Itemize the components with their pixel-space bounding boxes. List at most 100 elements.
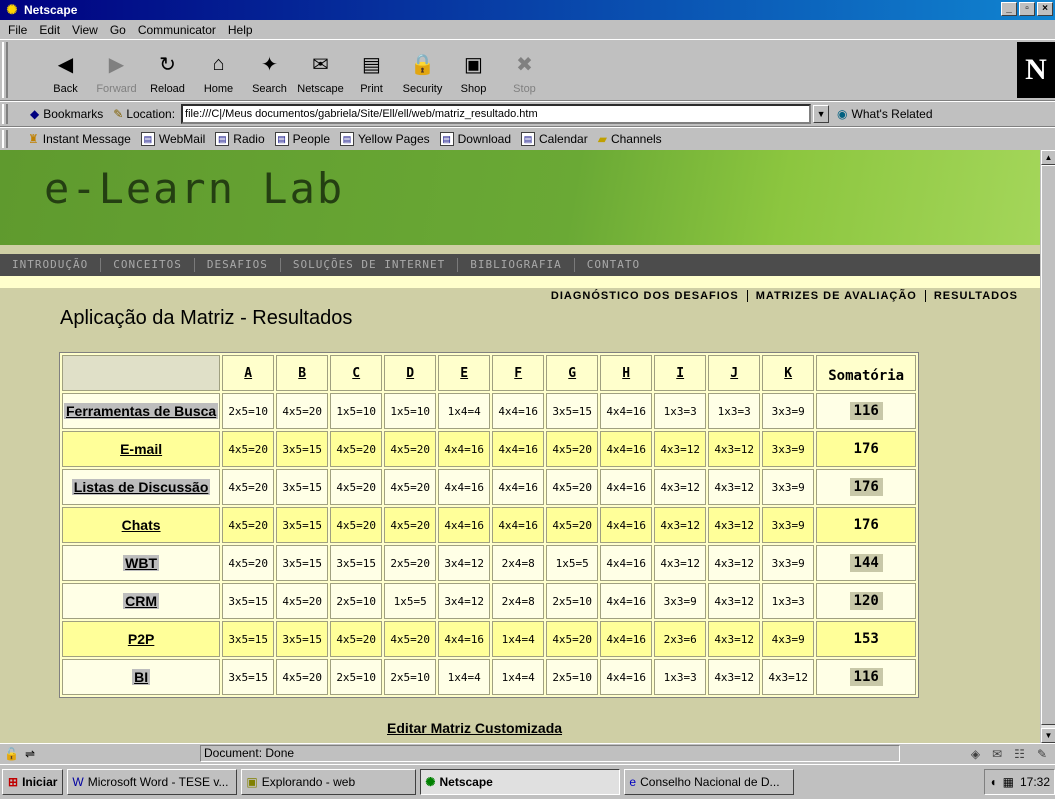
pt-calendar[interactable]: ▤ Calendar [521,132,588,146]
toolbar-grip[interactable] [2,130,8,148]
navigator-icon[interactable]: ◈ [971,747,980,761]
scroll-down-arrow-icon[interactable]: ▼ [1041,728,1055,743]
subnav-resultados[interactable]: RESULTADOS [926,290,1026,302]
volume-icon[interactable]: ◖ [989,775,996,789]
menu-go[interactable]: Go [104,23,132,37]
task-label: Netscape [439,775,493,789]
security-button[interactable]: 🔒 Security [397,40,448,98]
whats-related-button[interactable]: What's Related [852,107,933,121]
column-header-d[interactable]: D [384,355,437,391]
minimize-button[interactable]: _ [1001,2,1017,16]
score-cell: 4x4=16 [492,393,545,429]
pt-radio[interactable]: ▤ Radio [215,132,265,146]
security-status-icon[interactable]: 🔓 [4,747,19,761]
menu-edit[interactable]: Edit [33,23,66,37]
stop-button[interactable]: ✖ Stop [499,40,550,98]
row-label-link[interactable]: BI [62,659,221,695]
scroll-up-arrow-icon[interactable]: ▲ [1041,150,1055,165]
toolbar-grip[interactable] [2,104,8,124]
netscape-button[interactable]: ✉ Netscape [295,40,346,98]
menu-view[interactable]: View [66,23,104,37]
row-label-link[interactable]: Ferramentas de Busca [62,393,221,429]
score-cell: 3x3=9 [654,583,707,619]
network-icon[interactable]: ▦ [1003,775,1014,789]
column-header-i[interactable]: I [654,355,707,391]
column-header-a[interactable]: A [222,355,275,391]
column-header-h[interactable]: H [600,355,653,391]
row-label-link[interactable]: Chats [62,507,221,543]
menu-communicator[interactable]: Communicator [132,23,222,37]
location-icon: ✎ [113,107,124,121]
score-cell: 4x5=20 [384,469,437,505]
nav-contato[interactable]: CONTATO [575,258,652,272]
pt-label: Download [457,132,512,146]
toolbar-button-label: Security [402,83,443,95]
netscape-logo[interactable]: N [1017,42,1055,98]
nav-solucoes[interactable]: SOLUÇÕES DE INTERNET [281,258,459,272]
vertical-scrollbar[interactable]: ▲ ▼ [1040,150,1055,743]
subnav-diagnostico[interactable]: DIAGNÓSTICO DOS DESAFIOS [543,290,748,302]
toolbar-grip[interactable] [2,42,8,98]
score-cell: 4x5=20 [384,507,437,543]
edit-custom-matrix-link[interactable]: Editar Matriz Customizada [387,720,562,736]
task-conselho[interactable]: e Conselho Nacional de D... [624,769,795,795]
forward-arrow-icon: ▶ [108,53,125,76]
composer-icon[interactable]: ✎ [1037,747,1047,761]
column-header-g[interactable]: G [546,355,599,391]
start-button[interactable]: ⊞ Iniciar [2,769,64,795]
nav-bibliografia[interactable]: BIBLIOGRAFIA [458,258,575,272]
window-title: Netscape [24,3,78,17]
location-input[interactable]: file:///C|/Meus documentos/gabriela/Site… [181,104,812,124]
task-netscape[interactable]: ✺ Netscape [420,769,621,795]
scrollbar-thumb[interactable] [1041,165,1055,725]
column-header-e[interactable]: E [438,355,491,391]
score-cell: 2x5=10 [330,659,383,695]
nav-introducao[interactable]: INTRODUÇÃO [0,258,102,272]
pt-webmail[interactable]: ▤ WebMail [140,132,205,146]
row-label-link[interactable]: CRM [62,583,221,619]
home-button[interactable]: ⌂ Home [193,40,244,98]
shop-button[interactable]: ▣ Shop [448,40,499,98]
score-cell: 1x5=10 [384,393,437,429]
bookmarks-button[interactable]: ◆ Bookmarks [30,107,103,121]
row-label-text: BI [132,669,151,685]
back-arrow-icon: ◀ [57,53,74,76]
newsgroups-icon[interactable]: ☷ [1014,747,1025,761]
pt-download[interactable]: ▤ Download [439,132,512,146]
column-header-j[interactable]: J [708,355,761,391]
back-button[interactable]: ◀ Back [40,40,91,98]
column-header-f[interactable]: F [492,355,545,391]
score-cell: 4x3=12 [708,659,761,695]
nav-desafios[interactable]: DESAFIOS [195,258,281,272]
row-label-link[interactable]: Listas de Discussão [62,469,221,505]
row-label-text: E-mail [120,441,163,457]
menu-file[interactable]: File [2,23,33,37]
row-label-link[interactable]: E-mail [62,431,221,467]
score-cell: 4x5=20 [546,431,599,467]
row-label-link[interactable]: P2P [62,621,221,657]
column-header-k[interactable]: K [762,355,815,391]
reload-button[interactable]: ↻ Reload [142,40,193,98]
toolbar-button-label: Forward [96,83,137,95]
search-button[interactable]: ✦ Search [244,40,295,98]
location-dropdown-button[interactable]: ▼ [813,105,830,123]
nav-conceitos[interactable]: CONCEITOS [101,258,195,272]
subnav-matrizes[interactable]: MATRIZES DE AVALIAÇÃO [748,290,926,302]
row-label-link[interactable]: WBT [62,545,221,581]
mail-icon[interactable]: ✉ [992,747,1002,761]
toolbar-button-label: Home [203,83,234,95]
pt-yellow-pages[interactable]: ▤ Yellow Pages [340,132,430,146]
menu-help[interactable]: Help [222,23,259,37]
pt-instant-message[interactable]: ♜ Instant Message [28,132,131,146]
site-main-nav: INTRODUÇÃO CONCEITOS DESAFIOS SOLUÇÕES D… [0,254,1040,276]
forward-button[interactable]: ▶ Forward [91,40,142,98]
column-header-b[interactable]: B [276,355,329,391]
maximize-button[interactable]: ▫ [1019,2,1035,16]
pt-people[interactable]: ▤ People [274,132,330,146]
task-explorer[interactable]: ▣ Explorando - web [241,769,417,795]
print-button[interactable]: ▤ Print [346,40,397,98]
column-header-c[interactable]: C [330,355,383,391]
task-word[interactable]: W Microsoft Word - TESE v... [67,769,238,795]
pt-channels[interactable]: ▰ Channels [598,132,662,146]
close-button[interactable]: × [1037,2,1053,16]
